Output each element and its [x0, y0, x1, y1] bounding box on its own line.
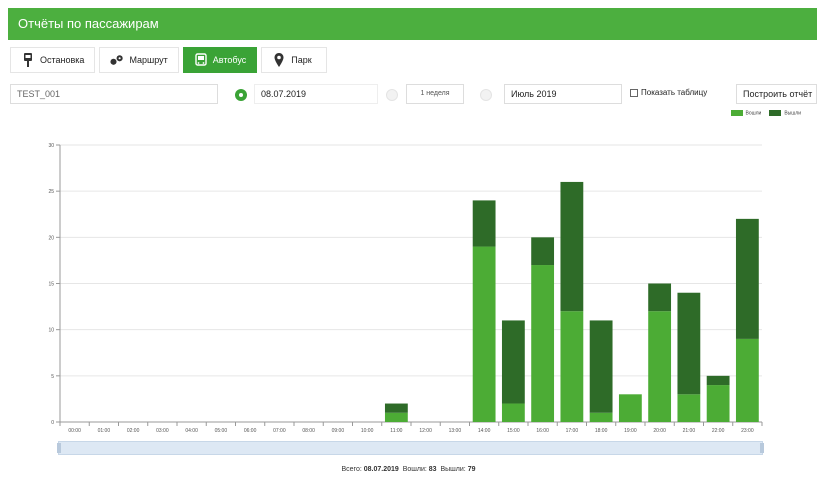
route-icon: [110, 53, 124, 67]
bar-entered: [706, 385, 730, 422]
bar-entered: [384, 412, 408, 422]
date-input[interactable]: 08.07.2019: [254, 84, 378, 104]
bus-icon: [194, 53, 208, 67]
bar-entered: [531, 265, 555, 422]
page-title: Отчёты по пассажирам: [18, 16, 159, 31]
legend-label-entered: Вошли: [745, 110, 762, 117]
bar-exited: [735, 218, 759, 339]
x-tick-label: 06:00: [244, 428, 257, 434]
week-radio[interactable]: [386, 89, 398, 101]
x-tick-label: 05:00: [215, 428, 228, 434]
chart-navigator-scrollbar[interactable]: [57, 441, 764, 455]
y-tick-label: 5: [51, 374, 54, 380]
tab-label: Маршрут: [129, 55, 168, 65]
y-tick-label: 0: [51, 420, 54, 426]
bar-entered: [501, 403, 525, 422]
bar-exited: [384, 403, 408, 413]
tab-park[interactable]: Парк: [261, 47, 328, 73]
show-table-label: Показать таблицу: [641, 88, 708, 97]
summary-exited-label: Вышли:: [440, 466, 466, 473]
tab-bus[interactable]: Автобус: [182, 47, 258, 73]
build-report-button[interactable]: Построить отчёт: [736, 84, 817, 104]
summary-entered-value: 83: [428, 466, 437, 473]
report-summary: Всего: 08.07.2019 Вошли: 83 Вышли: 79: [0, 466, 817, 473]
chart-legend: Вошли Вышли: [730, 110, 801, 117]
bar-exited: [472, 200, 496, 247]
x-tick-label: 22:00: [712, 428, 725, 434]
y-tick-label: 20: [48, 235, 54, 241]
bar-entered: [648, 311, 672, 422]
report-type-tabs: Остановка Маршрут Автобус Парк: [10, 47, 328, 73]
bus-stop-icon: [21, 53, 35, 67]
x-tick-label: 21:00: [683, 428, 696, 434]
navigator-left-handle[interactable]: [57, 443, 61, 453]
bar-exited: [531, 237, 555, 266]
navigator-right-handle[interactable]: [760, 443, 764, 453]
x-tick-label: 20:00: [653, 428, 666, 434]
month-radio[interactable]: [480, 89, 492, 101]
legend-swatch-entered: [730, 110, 743, 116]
y-tick-label: 25: [48, 189, 54, 195]
x-tick-label: 19:00: [624, 428, 637, 434]
bar-exited: [648, 283, 672, 312]
summary-total-label: Всего:: [341, 466, 362, 473]
tab-route[interactable]: Маршрут: [99, 47, 179, 73]
x-tick-label: 10:00: [361, 428, 374, 434]
bar-entered: [589, 412, 613, 422]
legend-item-entered[interactable]: Вошли: [730, 110, 762, 117]
tab-label: Автобус: [212, 55, 247, 65]
date-radio[interactable]: [235, 89, 247, 101]
x-tick-label: 13:00: [449, 428, 462, 434]
x-tick-label: 07:00: [273, 428, 286, 434]
legend-item-exited[interactable]: Вышли: [769, 110, 801, 116]
x-tick-label: 09:00: [332, 428, 345, 434]
x-tick-label: 11:00: [390, 428, 402, 434]
vehicle-input[interactable]: TEST_001: [10, 84, 218, 104]
bar-exited: [560, 181, 584, 312]
map-pin-icon: [272, 53, 286, 67]
passenger-bar-chart: 0 5 10 15 20 25 30 00:00 01:00 02:00 03:00 04:00 05:…: [48, 143, 763, 434]
x-tick-label: 16:00: [536, 428, 549, 434]
bar-exited: [501, 320, 525, 404]
x-tick-label: 04:00: [185, 428, 198, 434]
x-tick-label: 08:00: [302, 428, 315, 434]
show-table-toggle[interactable]: Показать таблицу: [630, 88, 707, 97]
bar-entered: [677, 394, 701, 422]
x-tick-label: 17:00: [566, 428, 579, 434]
period-week-button[interactable]: 1 неделя: [406, 84, 464, 104]
filter-toolbar: TEST_001 08.07.2019 1 неделя Июль 2019 П…: [10, 84, 817, 106]
x-tick-label: 12:00: [419, 428, 432, 434]
y-tick-label: 10: [48, 328, 54, 334]
summary-date: 08.07.2019: [363, 466, 399, 473]
x-tick-label: 14:00: [478, 428, 491, 434]
tab-label: Остановка: [40, 55, 85, 65]
bar-entered: [472, 246, 496, 422]
x-tick-label: 01:00: [98, 428, 111, 434]
tab-label: Парк: [291, 55, 312, 65]
bar-exited: [706, 375, 730, 386]
bar-entered: [735, 338, 759, 422]
x-tick-label: 18:00: [595, 428, 608, 434]
x-tick-label: 15:00: [507, 428, 520, 434]
legend-label-exited: Вышли: [784, 110, 801, 117]
bar-exited: [589, 320, 613, 413]
month-input[interactable]: Июль 2019: [504, 84, 622, 104]
x-tick-label: 02:00: [127, 428, 140, 434]
y-tick-label: 15: [48, 282, 54, 288]
y-tick-label: 30: [48, 143, 54, 149]
bar-entered: [560, 311, 584, 422]
legend-swatch-exited: [769, 110, 782, 116]
x-tick-label: 00:00: [68, 428, 81, 434]
summary-entered-label: Вошли:: [402, 466, 427, 473]
x-tick-label: 23:00: [741, 428, 754, 434]
bar-entered: [618, 394, 642, 422]
x-tick-label: 03:00: [156, 428, 169, 434]
bar-exited: [677, 292, 701, 395]
page-title-bar: Отчёты по пассажирам: [8, 8, 817, 40]
summary-exited-value: 79: [467, 466, 476, 473]
tab-stop[interactable]: Остановка: [10, 47, 96, 73]
show-table-checkbox[interactable]: [630, 88, 638, 97]
